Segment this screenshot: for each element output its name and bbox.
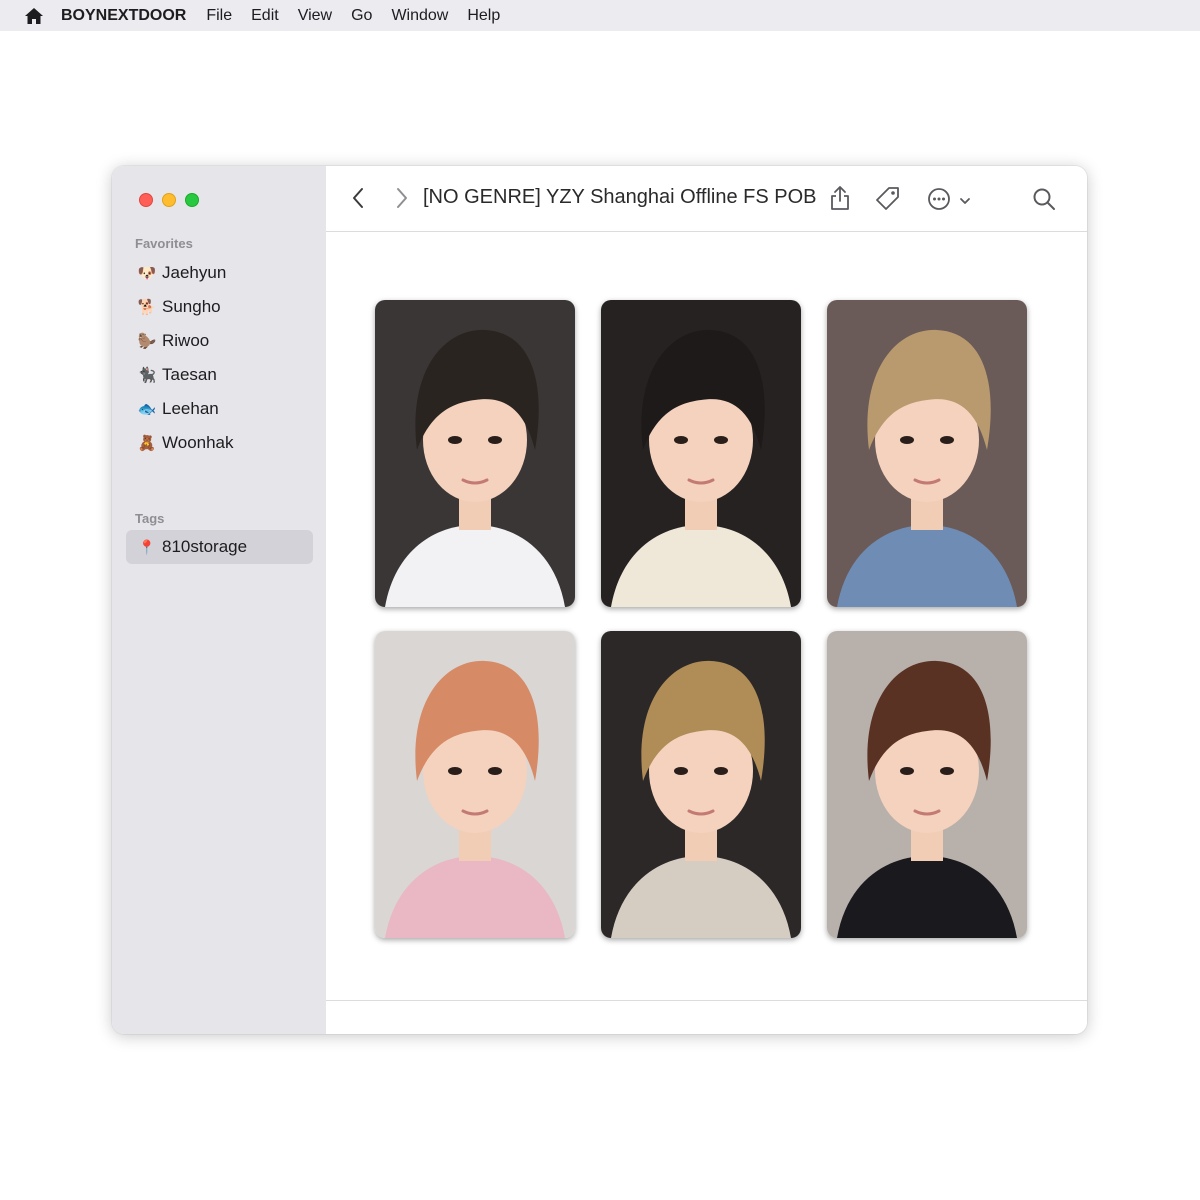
back-chevron-icon[interactable] (351, 187, 365, 214)
favorites-list: 🐶 Jaehyun 🐕 Sungho 🦫 Riwoo 🐈‍⬛ Taesan 🐟 … (126, 256, 313, 460)
zoom-button[interactable] (185, 193, 199, 207)
black-cat-icon: 🐈‍⬛ (137, 367, 157, 384)
close-button[interactable] (139, 193, 153, 207)
fish-icon: 🐟 (137, 401, 157, 418)
menu-help[interactable]: Help (467, 7, 500, 25)
toolbar: [NO GENRE] YZY Shanghai Offline FS POB (326, 166, 1087, 232)
dog-face-icon: 🐶 (137, 265, 157, 282)
sidebar-item-sungho[interactable]: 🐕 Sungho (126, 290, 313, 324)
sidebar-item-woonhak[interactable]: 🧸 Woonhak (126, 426, 313, 460)
search-icon[interactable] (1032, 187, 1056, 216)
sidebar-item-label: Riwoo (162, 331, 210, 350)
teddy-bear-icon: 🧸 (137, 435, 157, 452)
tag-icon[interactable] (875, 186, 901, 217)
menu-view[interactable]: View (298, 7, 332, 25)
menu-window[interactable]: Window (391, 7, 448, 25)
photocard-3[interactable] (827, 300, 1027, 607)
sidebar-item-label: Sungho (162, 297, 221, 316)
photocard-1[interactable] (375, 300, 575, 607)
photocard-5[interactable] (601, 631, 801, 938)
sidebar-item-leehan[interactable]: 🐟 Leehan (126, 392, 313, 426)
pin-icon: 📍 (138, 538, 156, 555)
home-icon[interactable] (22, 4, 46, 28)
status-divider (326, 1000, 1087, 1001)
sidebar-item-riwoo[interactable]: 🦫 Riwoo (126, 324, 313, 358)
menu-bar: BOYNEXTDOOR File Edit View Go Window Hel… (0, 0, 1200, 31)
window-title: [NO GENRE] YZY Shanghai Offline FS POB (423, 186, 817, 208)
tags-heading: Tags (135, 511, 165, 526)
photo-grid (375, 300, 1027, 938)
main-content: [NO GENRE] YZY Shanghai Offline FS POB (326, 166, 1087, 1034)
menu-edit[interactable]: Edit (251, 7, 279, 25)
app-name-menu[interactable]: BOYNEXTDOOR (61, 7, 186, 25)
dog-icon: 🐕 (137, 299, 157, 316)
sidebar-item-label: Leehan (162, 399, 219, 418)
photocard-6[interactable] (827, 631, 1027, 938)
minimize-button[interactable] (162, 193, 176, 207)
sidebar: Favorites 🐶 Jaehyun 🐕 Sungho 🦫 Riwoo 🐈‍⬛… (112, 166, 326, 1034)
menu-file[interactable]: File (206, 7, 232, 25)
sidebar-tag-810storage[interactable]: 📍 810storage (126, 530, 313, 564)
finder-window: Favorites 🐶 Jaehyun 🐕 Sungho 🦫 Riwoo 🐈‍⬛… (112, 166, 1087, 1034)
beaver-icon: 🦫 (137, 333, 157, 350)
more-icon[interactable] (927, 187, 951, 216)
photocard-2[interactable] (601, 300, 801, 607)
sidebar-item-label: Jaehyun (162, 263, 227, 282)
window-controls (139, 193, 199, 207)
forward-chevron-icon[interactable] (395, 187, 409, 214)
share-icon[interactable] (829, 185, 851, 216)
sidebar-item-label: Woonhak (162, 433, 234, 452)
sidebar-item-jaehyun[interactable]: 🐶 Jaehyun (126, 256, 313, 290)
sidebar-item-taesan[interactable]: 🐈‍⬛ Taesan (126, 358, 313, 392)
menu-go[interactable]: Go (351, 7, 372, 25)
chevron-down-icon[interactable] (959, 193, 971, 211)
sidebar-item-label: Taesan (162, 365, 217, 384)
favorites-heading: Favorites (135, 236, 193, 251)
photocard-4[interactable] (375, 631, 575, 938)
sidebar-tag-label: 810storage (162, 537, 248, 556)
